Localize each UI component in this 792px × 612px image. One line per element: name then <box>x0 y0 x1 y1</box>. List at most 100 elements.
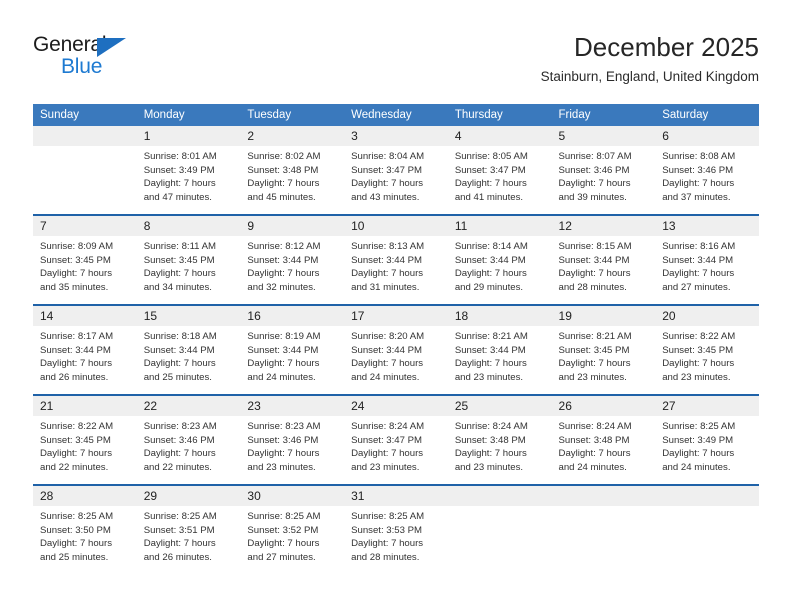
daylight-text-line1: Daylight: 7 hours <box>662 268 735 280</box>
calendar-day-cell[interactable]: 18 Sunrise: 8:21 AM Sunset: 3:44 PM Dayligh… <box>447 304 552 395</box>
sunset-text: Sunset: 3:44 PM <box>351 344 423 356</box>
day-sun-info: Sunrise: 8:25 AM Sunset: 3:50 PM Daylight:… <box>33 506 137 564</box>
day-number: 1 <box>136 126 241 146</box>
day-number: 29 <box>136 486 241 506</box>
calendar-day-cell[interactable]: 31 Sunrise: 8:25 AM Sunset: 3:53 PM Dayligh… <box>344 484 448 574</box>
day-cell-inner: 4 Sunrise: 8:05 AM Sunset: 3:47 PM Daylight… <box>447 126 552 214</box>
day-cell-inner: 7 Sunrise: 8:09 AM Sunset: 3:45 PM Daylight… <box>33 216 137 304</box>
calendar-day-cell[interactable]: 14 Sunrise: 8:17 AM Sunset: 3:44 PM Dayligh… <box>33 304 137 395</box>
day-sun-info: Sunrise: 8:20 AM Sunset: 3:44 PM Daylight:… <box>344 326 448 384</box>
calendar-day-cell[interactable]: 5 Sunrise: 8:07 AM Sunset: 3:46 PM Daylight… <box>551 126 656 215</box>
daylight-text-line2: and 22 minutes. <box>143 461 212 473</box>
daylight-text-line2: and 24 minutes. <box>247 371 316 383</box>
daylight-text-line1: Daylight: 7 hours <box>40 358 112 370</box>
calendar-day-cell[interactable]: 24 Sunrise: 8:24 AM Sunset: 3:47 PM Dayligh… <box>344 394 448 485</box>
day-sun-info: Sunrise: 8:22 AM Sunset: 3:45 PM Daylight:… <box>655 326 759 384</box>
calendar-week-row: 1 Sunrise: 8:01 AM Sunset: 3:49 PM Daylight… <box>33 126 759 215</box>
daylight-text-line1: Daylight: 7 hours <box>143 178 216 190</box>
sunset-text: Sunset: 3:44 PM <box>247 344 319 356</box>
day-sun-info: Sunrise: 8:25 AM Sunset: 3:53 PM Daylight:… <box>344 506 448 564</box>
sunrise-text: Sunrise: 8:01 AM <box>143 151 217 162</box>
day-sun-info: Sunrise: 8:01 AM Sunset: 3:49 PM Daylight:… <box>137 146 241 204</box>
day-number <box>655 486 759 506</box>
sunrise-text: Sunrise: 8:09 AM <box>40 241 114 252</box>
calendar-day-cell[interactable]: 8 Sunrise: 8:11 AM Sunset: 3:45 PM Daylight… <box>136 214 241 305</box>
calendar-day-cell[interactable]: 29 Sunrise: 8:25 AM Sunset: 3:51 PM Dayligh… <box>136 484 241 574</box>
calendar-day-cell[interactable]: 2 Sunrise: 8:02 AM Sunset: 3:48 PM Daylight… <box>240 126 345 215</box>
calendar-day-cell[interactable]: 23 Sunrise: 8:23 AM Sunset: 3:46 PM Dayligh… <box>240 394 345 485</box>
daylight-text-line2: and 22 minutes. <box>40 461 109 473</box>
daylight-text-line2: and 34 minutes. <box>143 281 212 293</box>
calendar-day-cell[interactable]: 13 Sunrise: 8:16 AM Sunset: 3:44 PM Dayligh… <box>655 214 759 305</box>
day-sun-info: Sunrise: 8:17 AM Sunset: 3:44 PM Daylight:… <box>33 326 137 384</box>
calendar-day-cell[interactable]: 7 Sunrise: 8:09 AM Sunset: 3:45 PM Daylight… <box>33 214 137 305</box>
day-sun-info: Sunrise: 8:04 AM Sunset: 3:47 PM Daylight:… <box>344 146 448 204</box>
page-title: December 2025 <box>574 32 759 62</box>
daylight-text-line1: Daylight: 7 hours <box>351 448 424 460</box>
calendar-day-cell[interactable]: 12 Sunrise: 8:15 AM Sunset: 3:44 PM Dayligh… <box>551 214 656 305</box>
day-sun-info: Sunrise: 8:24 AM Sunset: 3:48 PM Daylight:… <box>448 416 552 474</box>
day-number: 7 <box>33 216 137 236</box>
daylight-text-line2: and 27 minutes. <box>247 551 316 563</box>
calendar-day-cell[interactable]: 17 Sunrise: 8:20 AM Sunset: 3:44 PM Dayligh… <box>344 304 448 395</box>
calendar-day-cell[interactable]: 6 Sunrise: 8:08 AM Sunset: 3:46 PM Daylight… <box>655 126 759 215</box>
day-cell-inner: 1 Sunrise: 8:01 AM Sunset: 3:49 PM Daylight… <box>136 126 241 214</box>
calendar-day-cell[interactable]: 15 Sunrise: 8:18 AM Sunset: 3:44 PM Dayligh… <box>136 304 241 395</box>
calendar-day-cell[interactable]: 19 Sunrise: 8:21 AM Sunset: 3:45 PM Dayligh… <box>551 304 656 395</box>
day-number <box>447 486 552 506</box>
daylight-text-line1: Daylight: 7 hours <box>662 178 735 190</box>
sunrise-text: Sunrise: 8:24 AM <box>351 421 425 432</box>
daylight-text-line1: Daylight: 7 hours <box>558 448 631 460</box>
generalblue-logo[interactable]: General Blue <box>33 33 163 87</box>
calendar-day-cell[interactable]: 20 Sunrise: 8:22 AM Sunset: 3:45 PM Dayligh… <box>655 304 759 395</box>
calendar-day-cell[interactable]: 11 Sunrise: 8:14 AM Sunset: 3:44 PM Dayligh… <box>447 214 552 305</box>
calendar-day-cell[interactable]: 26 Sunrise: 8:24 AM Sunset: 3:48 PM Dayligh… <box>551 394 656 485</box>
calendar-day-cell[interactable]: 9 Sunrise: 8:12 AM Sunset: 3:44 PM Daylight… <box>240 214 345 305</box>
calendar-day-cell[interactable]: 27 Sunrise: 8:25 AM Sunset: 3:49 PM Dayligh… <box>655 394 759 485</box>
calendar-day-cell[interactable]: 25 Sunrise: 8:24 AM Sunset: 3:48 PM Dayligh… <box>447 394 552 485</box>
sunrise-text: Sunrise: 8:21 AM <box>558 331 632 342</box>
day-cell-inner <box>551 486 656 574</box>
sunrise-text: Sunrise: 8:24 AM <box>454 421 528 432</box>
daylight-text-line2: and 25 minutes. <box>143 371 212 383</box>
weekday-header-sunday: Sunday <box>33 104 137 126</box>
day-number: 8 <box>136 216 241 236</box>
daylight-text-line1: Daylight: 7 hours <box>454 268 527 280</box>
day-cell-inner: 31 Sunrise: 8:25 AM Sunset: 3:53 PM Dayligh… <box>344 486 448 574</box>
day-sun-info: Sunrise: 8:24 AM Sunset: 3:48 PM Daylight:… <box>552 416 656 474</box>
day-cell-inner: 24 Sunrise: 8:24 AM Sunset: 3:47 PM Dayligh… <box>344 396 448 484</box>
day-cell-inner: 27 Sunrise: 8:25 AM Sunset: 3:49 PM Dayligh… <box>655 396 759 484</box>
day-number: 11 <box>447 216 552 236</box>
sunset-text: Sunset: 3:46 PM <box>247 434 319 446</box>
day-cell-inner <box>655 486 759 574</box>
calendar-day-cell[interactable]: 4 Sunrise: 8:05 AM Sunset: 3:47 PM Daylight… <box>447 126 552 215</box>
daylight-text-line2: and 28 minutes. <box>351 551 420 563</box>
daylight-text-line2: and 23 minutes. <box>558 371 627 383</box>
day-number: 15 <box>136 306 241 326</box>
calendar-day-cell[interactable]: 1 Sunrise: 8:01 AM Sunset: 3:49 PM Daylight… <box>136 126 241 215</box>
day-number: 5 <box>551 126 656 146</box>
day-number: 26 <box>551 396 656 416</box>
day-number: 17 <box>344 306 448 326</box>
sunset-text: Sunset: 3:50 PM <box>40 524 111 536</box>
day-sun-info: Sunrise: 8:25 AM Sunset: 3:51 PM Daylight:… <box>137 506 241 564</box>
calendar-day-cell[interactable]: 28 Sunrise: 8:25 AM Sunset: 3:50 PM Dayligh… <box>33 484 137 574</box>
logo-text-general: General <box>33 33 107 56</box>
daylight-text-line2: and 35 minutes. <box>40 281 109 293</box>
daylight-text-line2: and 24 minutes. <box>662 461 731 473</box>
day-cell-inner: 30 Sunrise: 8:25 AM Sunset: 3:52 PM Dayligh… <box>240 486 345 574</box>
day-cell-inner: 15 Sunrise: 8:18 AM Sunset: 3:44 PM Dayligh… <box>136 306 241 394</box>
calendar-day-cell[interactable]: 3 Sunrise: 8:04 AM Sunset: 3:47 PM Daylight… <box>344 126 448 215</box>
day-number: 27 <box>655 396 759 416</box>
calendar-day-cell[interactable]: 10 Sunrise: 8:13 AM Sunset: 3:44 PM Dayligh… <box>344 214 448 305</box>
calendar-day-cell[interactable]: 16 Sunrise: 8:19 AM Sunset: 3:44 PM Dayligh… <box>240 304 345 395</box>
daylight-text-line2: and 25 minutes. <box>40 551 109 563</box>
day-sun-info: Sunrise: 8:07 AM Sunset: 3:46 PM Daylight:… <box>552 146 656 204</box>
day-cell-inner: 13 Sunrise: 8:16 AM Sunset: 3:44 PM Dayligh… <box>655 216 759 304</box>
calendar-day-cell[interactable]: 22 Sunrise: 8:23 AM Sunset: 3:46 PM Dayligh… <box>136 394 241 485</box>
calendar-day-cell[interactable]: 21 Sunrise: 8:22 AM Sunset: 3:45 PM Dayligh… <box>33 394 137 485</box>
daylight-text-line2: and 41 minutes. <box>454 191 524 203</box>
day-cell-inner: 25 Sunrise: 8:24 AM Sunset: 3:48 PM Dayligh… <box>447 396 552 484</box>
calendar-day-cell[interactable]: 30 Sunrise: 8:25 AM Sunset: 3:52 PM Dayligh… <box>240 484 345 574</box>
sunrise-text: Sunrise: 8:14 AM <box>454 241 528 252</box>
